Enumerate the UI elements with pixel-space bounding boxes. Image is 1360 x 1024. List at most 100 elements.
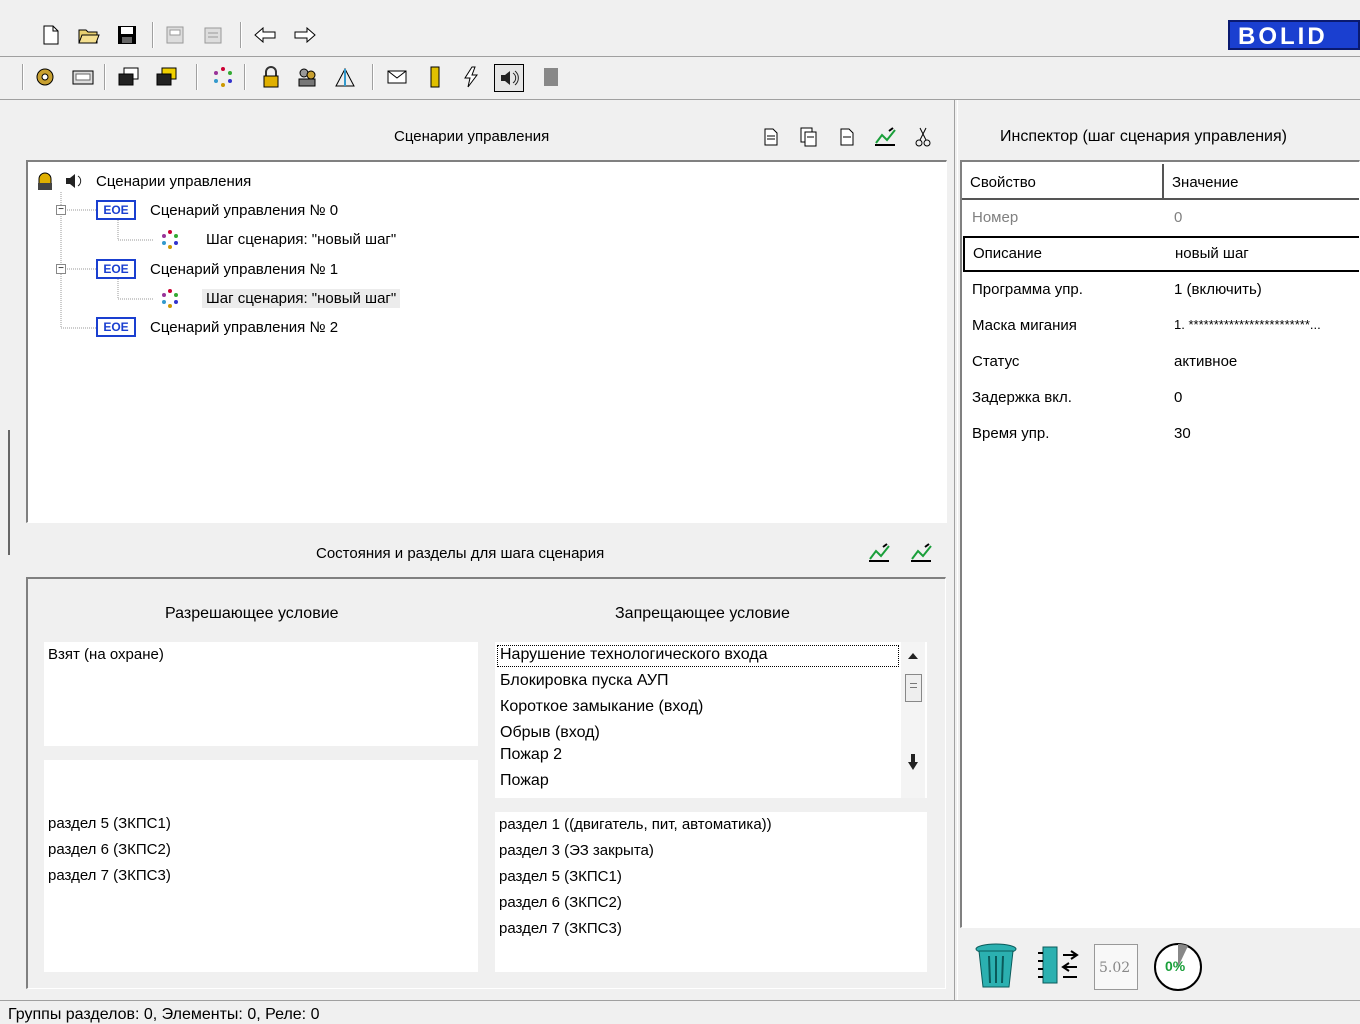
list-item[interactable]: Взят (на охране)	[48, 646, 164, 663]
new-file-button[interactable]	[38, 22, 64, 48]
device-disabled-button[interactable]	[162, 22, 188, 48]
expand-toggle-icon[interactable]: −	[56, 264, 66, 274]
deny-header: Запрещающее условие	[615, 605, 790, 622]
lightning-icon	[464, 66, 478, 88]
insp-row-program[interactable]: Программа упр. 1 (включить)	[962, 272, 1359, 308]
list-item[interactable]: раздел 3 (ЭЗ закрыта)	[499, 842, 654, 859]
keyboard-button[interactable]	[70, 64, 96, 90]
tree-step-1-label: Шаг сценария: "новый шаг"	[202, 288, 401, 308]
prop-value[interactable]: 0	[1174, 389, 1182, 406]
arrow-right-icon	[294, 27, 316, 43]
scroll-up-icon[interactable]	[908, 652, 918, 660]
users-button[interactable]	[294, 64, 320, 90]
edit-scenario-button[interactable]	[872, 124, 898, 150]
edit-deny-button[interactable]	[908, 540, 934, 566]
save-button[interactable]	[114, 22, 140, 48]
open-file-button[interactable]	[76, 22, 102, 48]
deny-conditions-list[interactable]: Нарушение технологического входа Блокиро…	[495, 642, 927, 798]
lock-button[interactable]	[258, 64, 284, 90]
list-item[interactable]: раздел 1 ((двигатель, пит, автоматика))	[499, 816, 772, 833]
add-scenario-button[interactable]	[758, 124, 784, 150]
prop-value[interactable]: 1. ************************...	[1174, 317, 1321, 332]
expand-toggle-icon[interactable]: −	[56, 205, 66, 215]
list-item[interactable]: раздел 5 (ЗКПС1)	[499, 868, 622, 885]
insp-row-number[interactable]: Номер 0	[962, 200, 1359, 236]
prop-value[interactable]: 30	[1174, 425, 1191, 442]
tree-scenario-2-label: Сценарий управления № 2	[150, 318, 339, 336]
list-item[interactable]: раздел 7 (ЗКПС3)	[48, 867, 171, 884]
list-item[interactable]: раздел 6 (ЗКПС2)	[48, 841, 171, 858]
mail-button[interactable]	[384, 64, 410, 90]
panel-disabled-button[interactable]	[200, 22, 226, 48]
insp-row-description-selected[interactable]: Описание новый шаг	[963, 236, 1359, 272]
tree-scenario-0-label: Сценарий управления № 0	[150, 201, 339, 219]
relay-icon	[430, 66, 440, 88]
scrollbar[interactable]	[901, 642, 925, 798]
allow-header: Разрешающее условие	[165, 605, 339, 622]
list-item[interactable]: раздел 7 (ЗКПС3)	[499, 920, 622, 937]
deny-sections-list[interactable]: раздел 1 ((двигатель, пит, автоматика)) …	[495, 812, 927, 972]
list-item[interactable]: Обрыв (вход)	[500, 724, 600, 742]
allow-conditions-list[interactable]: Взят (на охране)	[44, 642, 478, 746]
tree-scenario-0[interactable]: EOE Сценарий управления № 0	[96, 199, 338, 221]
windows-alt-button[interactable]	[154, 64, 180, 90]
zones-button[interactable]	[332, 64, 358, 90]
report-button[interactable]	[538, 64, 564, 90]
windows-button[interactable]	[116, 64, 142, 90]
copy-scenario-button[interactable]	[796, 124, 822, 150]
prop-value[interactable]: 1 (включить)	[1174, 281, 1262, 298]
prop-value[interactable]: новый шаг	[1175, 245, 1249, 262]
config-button[interactable]	[32, 64, 58, 90]
forward-button[interactable]	[292, 22, 318, 48]
tree-root[interactable]: Сценарии управления	[36, 170, 251, 192]
copy-icon	[800, 127, 817, 147]
tree-step-1-selected[interactable]: Шаг сценария: "новый шаг"	[160, 287, 401, 309]
new-file-icon	[43, 25, 59, 45]
mail-icon	[387, 70, 407, 84]
insp-row-delay[interactable]: Задержка вкл. 0	[962, 380, 1359, 416]
lock-icon	[263, 66, 279, 88]
cut-scenario-button[interactable]	[910, 124, 936, 150]
edit-allow-button[interactable]	[866, 540, 892, 566]
scenario-step-button[interactable]	[210, 64, 236, 90]
col-property-header[interactable]: Свойство	[970, 174, 1036, 191]
inspector-grid[interactable]: Свойство Значение Номер 0 Описание новый…	[960, 160, 1360, 928]
scenarios-panel-title: Сценарии управления	[394, 128, 550, 145]
tree-scenario-2[interactable]: EOE Сценарий управления № 2	[96, 316, 338, 338]
scenarios-toggle-button[interactable]	[494, 64, 524, 92]
insp-row-control-time[interactable]: Время упр. 30	[962, 416, 1359, 452]
list-item[interactable]: Пожар 2	[500, 746, 562, 764]
col-value-header[interactable]: Значение	[1172, 174, 1239, 191]
add-step-button[interactable]	[834, 124, 860, 150]
insp-row-status[interactable]: Статус активное	[962, 344, 1359, 380]
center-splitter[interactable]	[954, 100, 958, 1000]
tree-step-0[interactable]: Шаг сценария: "новый шаг"	[160, 228, 396, 250]
root-scenarios-icon	[38, 172, 82, 190]
insp-row-blink-mask[interactable]: Маска мигания 1. ***********************…	[962, 308, 1359, 344]
scroll-down-icon[interactable]	[908, 754, 918, 772]
trash-button[interactable]	[972, 940, 1020, 990]
keyboard-icon	[72, 70, 94, 85]
prop-key: Статус	[972, 353, 1020, 370]
list-item[interactable]: Пожар	[500, 772, 549, 790]
chip-button[interactable]	[1034, 940, 1084, 990]
tree-scenario-1[interactable]: EOE Сценарий управления № 1	[96, 258, 338, 280]
relay-button[interactable]	[422, 64, 448, 90]
states-panel-title: Состояния и разделы для шага сценария	[316, 545, 605, 562]
scenarios-tree[interactable]: − − Сценарии управления EOE Сценарий упр…	[26, 160, 947, 523]
col-divider[interactable]	[1162, 164, 1164, 200]
back-button[interactable]	[252, 22, 278, 48]
allow-sections-list[interactable]: раздел 5 (ЗКПС1) раздел 6 (ЗКПС2) раздел…	[44, 760, 478, 972]
prop-value[interactable]: активное	[1174, 353, 1237, 370]
list-item[interactable]: Нарушение технологического входа	[500, 646, 768, 664]
list-item[interactable]: Блокировка пуска АУП	[500, 672, 668, 690]
prop-value: 0	[1174, 209, 1183, 226]
list-item[interactable]: раздел 5 (ЗКПС1)	[48, 815, 171, 832]
power-button[interactable]	[458, 64, 484, 90]
scroll-thumb[interactable]	[905, 674, 922, 702]
list-item[interactable]: Короткое замыкание (вход)	[500, 698, 703, 716]
zones-icon	[335, 67, 355, 87]
dots-circle-icon	[162, 289, 178, 308]
speaker-icon	[501, 70, 519, 86]
list-item[interactable]: раздел 6 (ЗКПС2)	[499, 894, 622, 911]
